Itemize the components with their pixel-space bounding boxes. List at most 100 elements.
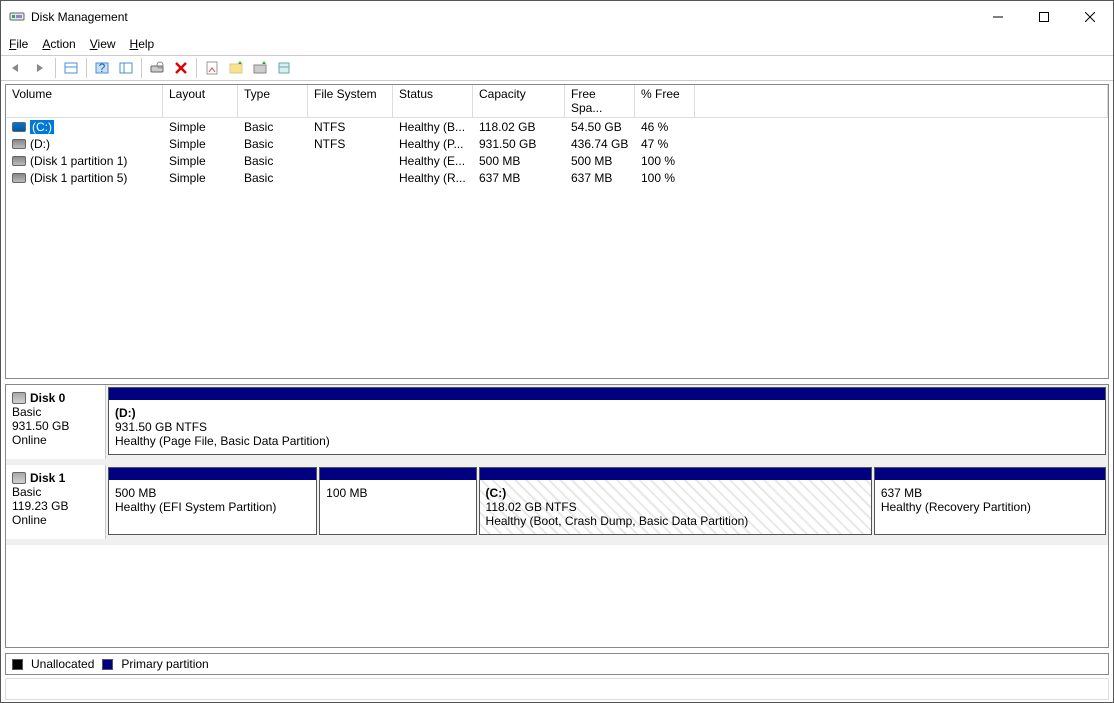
show-hide-button[interactable]	[60, 57, 82, 79]
volume-row[interactable]: (C:)SimpleBasicNTFSHealthy (B...118.02 G…	[6, 118, 1108, 135]
disk-name: Disk 1	[30, 471, 65, 485]
help-button[interactable]: ?	[91, 57, 113, 79]
partition[interactable]: 500 MBHealthy (EFI System Partition)	[108, 467, 317, 535]
refresh-button[interactable]	[115, 57, 137, 79]
primary-swatch	[102, 659, 113, 670]
disk-row: Disk 1Basic119.23 GBOnline 500 MBHealthy …	[6, 465, 1108, 545]
disk-partitions: 500 MBHealthy (EFI System Partition)100 …	[106, 465, 1108, 539]
menubar: File Action View Help	[1, 33, 1113, 55]
volume-icon	[12, 139, 26, 149]
volume-free: 637 MB	[565, 171, 635, 185]
disk-graphical-view[interactable]: Disk 0Basic931.50 GBOnline(D:)931.50 GB …	[5, 384, 1109, 648]
partition-size: 931.50 GB NTFS	[115, 420, 1099, 434]
partition-status: Healthy (Boot, Crash Dump, Basic Data Pa…	[486, 514, 865, 528]
volume-free: 54.50 GB	[565, 120, 635, 134]
volume-free: 436.74 GB	[565, 137, 635, 151]
volume-layout: Simple	[163, 171, 238, 185]
menu-action[interactable]: Action	[42, 37, 75, 51]
legend-unallocated: Unallocated	[31, 657, 94, 671]
partition[interactable]: 637 MBHealthy (Recovery Partition)	[874, 467, 1106, 535]
volume-fs: NTFS	[308, 120, 393, 134]
volume-pct: 100 %	[635, 171, 695, 185]
delete-button[interactable]	[170, 57, 192, 79]
volume-capacity: 637 MB	[473, 171, 565, 185]
unallocated-swatch	[12, 659, 23, 670]
back-button[interactable]	[5, 57, 27, 79]
statusbar	[5, 678, 1109, 700]
disk-type: Basic	[12, 405, 99, 419]
partition-stripe	[109, 468, 316, 480]
volume-row[interactable]: (Disk 1 partition 5)SimpleBasicHealthy (…	[6, 169, 1108, 186]
volume-pct: 47 %	[635, 137, 695, 151]
partition-status: Healthy (EFI System Partition)	[115, 500, 310, 514]
disk-name: Disk 0	[30, 391, 65, 405]
volume-name: (Disk 1 partition 5)	[30, 171, 127, 185]
partition[interactable]: (D:)931.50 GB NTFSHealthy (Page File, Ba…	[108, 387, 1106, 455]
volume-layout: Simple	[163, 154, 238, 168]
volume-row[interactable]: (Disk 1 partition 1) SimpleBasic Healthy (…	[6, 152, 1108, 169]
volume-name: (Disk 1 partition 1)	[30, 154, 127, 168]
column-header[interactable]: Layout	[163, 85, 238, 117]
legend: Unallocated Primary partition	[5, 653, 1109, 675]
volume-pct: 100 %	[635, 154, 695, 168]
disk-label: Disk 0Basic931.50 GBOnline	[6, 385, 106, 459]
volume-row[interactable]: (D:)SimpleBasicNTFSHealthy (P...931.50 G…	[6, 135, 1108, 152]
menu-view[interactable]: View	[90, 37, 116, 51]
volume-layout: Simple	[163, 120, 238, 134]
forward-button[interactable]	[29, 57, 51, 79]
app-icon	[9, 8, 25, 27]
volume-capacity: 118.02 GB	[473, 120, 565, 134]
volume-icon	[12, 156, 26, 166]
explore-button[interactable]	[225, 57, 247, 79]
menu-help[interactable]: Help	[130, 37, 155, 51]
partition[interactable]: (C:)118.02 GB NTFSHealthy (Boot, Crash D…	[479, 467, 872, 535]
partition-status: Healthy (Page File, Basic Data Partition…	[115, 434, 1099, 448]
column-header[interactable]: Type	[238, 85, 308, 117]
partition-label: (D:)	[115, 406, 1099, 420]
disk-icon	[12, 392, 26, 404]
volume-layout: Simple	[163, 137, 238, 151]
partition-stripe	[875, 468, 1105, 480]
volume-list[interactable]: Volume Layout Type File System Status Ca…	[5, 84, 1109, 379]
volume-type: Basic	[238, 120, 308, 134]
partition-label: (C:)	[486, 486, 865, 500]
column-header[interactable]: File System	[308, 85, 393, 117]
rescan-button[interactable]	[146, 57, 168, 79]
svg-text:?: ?	[99, 61, 106, 75]
partition-size: 118.02 GB NTFS	[486, 500, 865, 514]
disk-row: Disk 0Basic931.50 GBOnline(D:)931.50 GB …	[6, 385, 1108, 465]
column-header[interactable]: Free Spa...	[565, 85, 635, 117]
volume-type: Basic	[238, 137, 308, 151]
format-button[interactable]	[273, 57, 295, 79]
properties-button[interactable]	[201, 57, 223, 79]
change-letter-button[interactable]	[249, 57, 271, 79]
volume-name: (D:)	[30, 137, 50, 151]
partition-stripe	[109, 388, 1105, 400]
volume-icon	[12, 122, 26, 132]
column-header[interactable]: Status	[393, 85, 473, 117]
disk-size: 119.23 GB	[12, 499, 99, 513]
column-header[interactable]: Volume	[6, 85, 163, 117]
partition[interactable]: 100 MB	[319, 467, 476, 535]
disk-icon	[12, 472, 26, 484]
disk-size: 931.50 GB	[12, 419, 99, 433]
disk-status: Online	[12, 513, 99, 527]
menu-file[interactable]: File	[9, 37, 28, 51]
close-button[interactable]	[1067, 2, 1113, 32]
partition-stripe	[480, 468, 871, 480]
volume-status: Healthy (B...	[393, 120, 473, 134]
volume-list-header: Volume Layout Type File System Status Ca…	[6, 85, 1108, 118]
titlebar: Disk Management	[1, 1, 1113, 33]
disk-type: Basic	[12, 485, 99, 499]
volume-icon	[12, 173, 26, 183]
column-header[interactable]: Capacity	[473, 85, 565, 117]
volume-type: Basic	[238, 171, 308, 185]
disk-status: Online	[12, 433, 99, 447]
volume-type: Basic	[238, 154, 308, 168]
partition-stripe	[320, 468, 475, 480]
volume-status: Healthy (E...	[393, 154, 473, 168]
minimize-button[interactable]	[975, 2, 1021, 32]
column-header[interactable]: % Free	[635, 85, 695, 117]
volume-capacity: 931.50 GB	[473, 137, 565, 151]
maximize-button[interactable]	[1021, 2, 1067, 32]
